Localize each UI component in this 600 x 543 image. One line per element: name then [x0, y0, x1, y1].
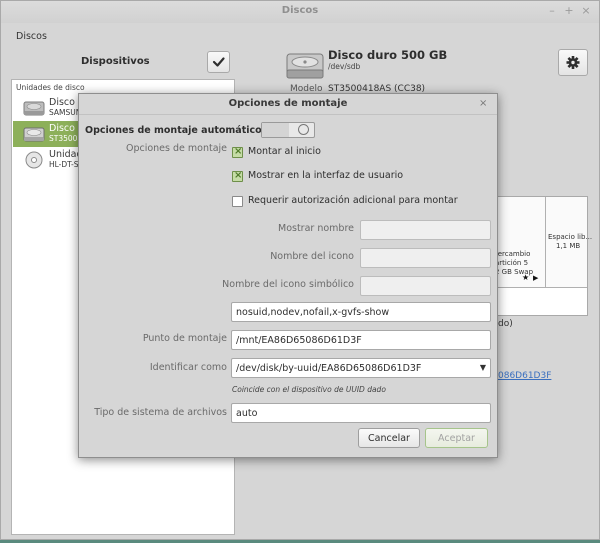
checkbox-label: Mostrar en la interfaz de usuario	[248, 170, 404, 181]
device-subtitle: HL-DT-S	[49, 160, 79, 169]
mount-options-dialog: Opciones de montaje × Opciones de montaj…	[78, 93, 498, 458]
free-space-text: Espacio lib...	[548, 233, 593, 241]
hard-disk-icon	[23, 127, 45, 142]
cancel-button[interactable]: Cancelar	[358, 428, 420, 448]
volume-map: tercambio artición 5 2 GB Swap ★ ▶ Espac…	[491, 196, 592, 316]
dialog-divider	[79, 114, 497, 115]
minimize-icon[interactable]: –	[545, 4, 559, 18]
window-title: Discos	[281, 5, 319, 16]
hard-disk-icon	[23, 101, 45, 116]
checkbox-label: Requerir autorización adicional para mon…	[248, 195, 458, 206]
device-subtitle: SAMSUN	[49, 108, 82, 117]
require-auth-checkbox[interactable]	[232, 196, 243, 207]
accept-button[interactable]: Aceptar	[425, 428, 488, 448]
identify-hint: Coincide con el dispositivo de UUID dado	[232, 385, 386, 394]
mount-options-label: Opciones de montaje	[125, 143, 227, 154]
chevron-down-icon: ▼	[479, 363, 486, 372]
close-window-icon[interactable]: ×	[579, 4, 593, 18]
free-space-block[interactable]: Espacio lib... 1,1 MB	[546, 197, 592, 287]
sidebar-title: Dispositivos	[81, 56, 150, 67]
device-group-label: Unidades de disco	[16, 83, 85, 92]
uuid-link[interactable]: 086D61D3F	[498, 371, 551, 381]
mount-point-input[interactable]: /mnt/EA86D65086D61D3F	[231, 330, 491, 350]
auto-mount-label: Opciones de montaje automático	[85, 125, 262, 136]
show-name-input[interactable]	[360, 220, 491, 240]
mount-point-label: Punto de montaje	[142, 333, 227, 344]
optical-disc-icon	[25, 151, 43, 169]
checkmark-icon: ×	[234, 146, 243, 157]
device-subtitle: ST3500	[49, 134, 78, 143]
identify-as-value: /dev/disk/by-uuid/EA86D65086D61D3F	[236, 363, 422, 374]
identify-as-label: Identificar como	[149, 362, 227, 373]
drive-options-button[interactable]	[558, 49, 588, 76]
identify-as-select[interactable]: /dev/disk/by-uuid/EA86D65086D61D3F ▼	[231, 358, 491, 378]
icon-name-input[interactable]	[360, 248, 491, 268]
disk-title: Disco duro 500 GB	[328, 48, 448, 62]
symbolic-icon-label: Nombre del icono simbólico	[222, 279, 354, 290]
dialog-title: Opciones de montaje	[228, 98, 348, 109]
hard-disk-icon	[286, 53, 324, 79]
mount-options-input[interactable]: nosuid,nodev,nofail,x-gvfs-show	[231, 302, 491, 322]
fs-type-label: Tipo de sistema de archivos	[94, 407, 227, 418]
checkbox-label: Montar al inicio	[248, 146, 321, 157]
disk-path: /dev/sdb	[328, 62, 361, 71]
fs-type-input[interactable]: auto	[231, 403, 491, 423]
checkmark-icon: ×	[234, 170, 243, 181]
free-space-size: 1,1 MB	[556, 242, 581, 250]
details-text: do)	[498, 319, 513, 329]
switch-track	[262, 123, 289, 137]
star-icon: ★	[522, 273, 530, 282]
checkmark-icon	[212, 57, 225, 67]
symbolic-icon-input[interactable]	[360, 276, 491, 296]
partition-text: tercambio	[495, 250, 531, 258]
close-icon[interactable]: ×	[479, 98, 487, 109]
partition-text: artición 5	[495, 259, 529, 267]
switch-off-icon	[298, 124, 309, 135]
title-bar[interactable]: Discos – + ×	[1, 1, 599, 23]
select-mode-button[interactable]	[207, 51, 230, 73]
app-menu[interactable]: Discos	[16, 31, 47, 42]
mount-at-startup-checkbox[interactable]: ×	[232, 146, 243, 158]
swap-partition-block[interactable]: tercambio artición 5 2 GB Swap ★ ▶	[492, 197, 546, 287]
show-in-ui-checkbox[interactable]: ×	[232, 170, 243, 182]
play-icon: ▶	[533, 274, 539, 282]
auto-mount-switch[interactable]	[261, 122, 315, 138]
icon-name-label: Nombre del icono	[270, 251, 354, 262]
show-name-label: Mostrar nombre	[278, 223, 354, 234]
volume-map-bottom	[492, 287, 587, 315]
maximize-icon[interactable]: +	[562, 4, 576, 18]
gear-icon	[566, 56, 580, 69]
